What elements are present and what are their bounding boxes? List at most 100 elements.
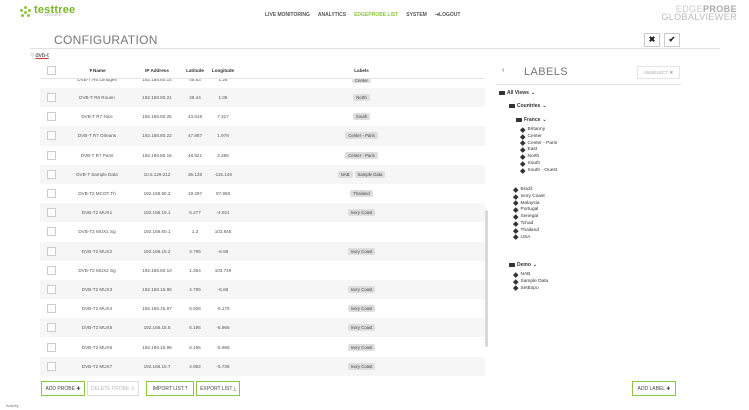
collapse-labels-button[interactable]: ‹ bbox=[502, 67, 504, 74]
row-select-cell[interactable] bbox=[40, 318, 62, 338]
tree-label-item[interactable]: Ivory Coast bbox=[513, 194, 545, 199]
row-select-cell[interactable] bbox=[40, 146, 62, 165]
table-row[interactable]: DVB-T2 MUX1 Sg 192.168.60.1 1.3 103.845 bbox=[40, 222, 485, 241]
tree-label-item[interactable]: USA bbox=[513, 235, 530, 240]
add-label-button[interactable]: ADD LABEL ✚ bbox=[632, 381, 676, 396]
tree-label-item[interactable]: Tchad bbox=[513, 221, 533, 226]
label-chip[interactable]: Ivory Coast bbox=[347, 343, 376, 351]
tree-label-item[interactable]: NAB bbox=[513, 272, 530, 277]
table-row[interactable]: DVB-T2 MUX7 192.168.15.7 4.982 -5.736 Ivory … bbox=[40, 356, 485, 376]
table-row[interactable]: DVB-T R7 Orleans 192.168.80.22 47.887 1.978… bbox=[40, 126, 485, 146]
table-row[interactable]: DVB-T2 MCOT Th 192.168.90.2 19.297 97.958 Th… bbox=[40, 184, 485, 203]
row-select-cell[interactable] bbox=[40, 222, 62, 241]
tree-label-item[interactable]: Britanny bbox=[520, 127, 545, 132]
confirm-button[interactable]: ✔ bbox=[664, 33, 680, 47]
table-row[interactable]: DVB-T R7 Paris 192.168.80.16 48.821 2.285 Ce… bbox=[40, 146, 485, 165]
nav-live-monitoring[interactable]: LIVE MONITORING bbox=[265, 12, 310, 18]
row-select-cell[interactable] bbox=[40, 241, 62, 261]
label-chip[interactable]: Sample Data bbox=[354, 170, 386, 178]
table-row[interactable]: DVB-T Sample Data 10.5.129.212 36.128 -115.… bbox=[40, 164, 485, 184]
tree-label-item[interactable]: East bbox=[520, 147, 537, 152]
row-select-cell[interactable] bbox=[40, 88, 62, 108]
row-checkbox[interactable] bbox=[46, 284, 56, 294]
tree-france[interactable]: France ⌄ bbox=[516, 117, 547, 123]
table-row[interactable]: DVB-T2 MUX2 Sg 192.168.60.10 1.354 103.749 bbox=[40, 261, 485, 280]
label-chip[interactable]: Center - Paris bbox=[345, 132, 378, 140]
row-select-cell[interactable] bbox=[40, 164, 62, 184]
row-checkbox[interactable] bbox=[46, 265, 56, 275]
label-chip[interactable]: South bbox=[352, 113, 371, 121]
label-chip[interactable]: Ivory Coast bbox=[347, 247, 376, 255]
table-row[interactable]: DVB-T2 MUX2 192.168.15.2 4.795 -6.68 Ivory C… bbox=[40, 241, 485, 261]
row-checkbox[interactable] bbox=[46, 169, 56, 179]
tree-label-item[interactable]: Brazil bbox=[513, 187, 533, 192]
unselect-button[interactable]: UNSELECT ✖ bbox=[637, 66, 680, 79]
column-longitude[interactable]: Longitude bbox=[208, 64, 238, 79]
row-checkbox[interactable] bbox=[46, 227, 56, 237]
row-checkbox[interactable] bbox=[46, 150, 56, 160]
column-latitude[interactable]: Latitude bbox=[182, 64, 208, 79]
row-select-cell[interactable] bbox=[40, 126, 62, 146]
search-input[interactable] bbox=[35, 51, 116, 60]
tree-label-item[interactable]: Thailand bbox=[513, 228, 539, 233]
tree-label-item[interactable]: Sample Data bbox=[513, 279, 548, 284]
table-row[interactable]: DVB-T R7 Nice 192.168.80.25 43.819 7.317 Sou… bbox=[40, 107, 485, 126]
table-row[interactable]: DVB-T2 MUX5 192.168.15.5 6.195 -5.966 Ivory … bbox=[40, 318, 485, 338]
row-select-cell[interactable] bbox=[40, 261, 62, 280]
nav-edgeprobe-list[interactable]: EDGEPROBE LIST bbox=[354, 12, 398, 18]
row-checkbox[interactable] bbox=[46, 246, 56, 256]
label-chip[interactable]: Ivory Coast bbox=[347, 209, 376, 217]
row-checkbox[interactable] bbox=[46, 93, 56, 103]
tree-label-item[interactable]: South - Ouest bbox=[520, 168, 557, 173]
table-row[interactable]: DVB-T2 MUX3 192.168.15.96 4.795 -6.68 Ivory … bbox=[40, 279, 485, 300]
row-select-cell[interactable] bbox=[40, 356, 62, 376]
row-checkbox[interactable] bbox=[46, 131, 56, 141]
label-chip[interactable]: NAB bbox=[337, 170, 353, 178]
nav-analytics[interactable]: ANALYTICS bbox=[318, 12, 346, 18]
label-chip[interactable]: North bbox=[353, 94, 370, 102]
label-chip[interactable]: Center bbox=[352, 78, 371, 83]
column-labels[interactable]: Labels bbox=[238, 64, 485, 79]
label-chip[interactable]: Thailand bbox=[350, 190, 373, 198]
tree-label-item[interactable]: Portugal bbox=[513, 207, 538, 212]
row-checkbox[interactable] bbox=[46, 342, 56, 352]
export-list-button[interactable]: EXPORT LIST ⤓ bbox=[196, 381, 240, 396]
column-name[interactable]: ▼Name bbox=[62, 64, 132, 79]
add-probe-button[interactable]: ADD PROBE ✚ bbox=[41, 381, 85, 396]
tree-label-item[interactable]: Center - Paris bbox=[520, 141, 557, 146]
tree-label-item[interactable]: SetExpo bbox=[513, 286, 539, 291]
label-chip[interactable]: Ivory Coast bbox=[347, 324, 376, 332]
table-row[interactable]: DVB-T R6 Rouen 192.168.80.21 49.44 1.05 Nort… bbox=[40, 88, 485, 108]
row-checkbox[interactable] bbox=[46, 323, 56, 333]
row-select-cell[interactable] bbox=[40, 203, 62, 223]
row-select-cell[interactable] bbox=[40, 78, 62, 88]
tree-label-item[interactable]: Center bbox=[520, 134, 542, 139]
row-select-cell[interactable] bbox=[40, 279, 62, 300]
row-select-cell[interactable] bbox=[40, 299, 62, 318]
delete-probe-button[interactable]: DELETE PROBE ⊝ bbox=[87, 381, 139, 396]
tree-demo[interactable]: Demo ⌄ bbox=[509, 262, 537, 268]
tree-all-views[interactable]: All Views ⌄ bbox=[499, 90, 535, 96]
import-list-button[interactable]: IMPORT LIST ⤒ bbox=[146, 381, 194, 396]
table-row[interactable]: DVB-T2 MUX1 192.168.15.1 5.277 -4.021 Ivory … bbox=[40, 203, 485, 223]
select-all-header[interactable] bbox=[40, 64, 62, 79]
nav-system[interactable]: SYSTEM bbox=[406, 12, 427, 18]
table-row[interactable]: DVB-T2 MUX4 192.168.15.97 6.926 -5.175 Ivory… bbox=[40, 299, 485, 318]
row-checkbox[interactable] bbox=[46, 189, 56, 199]
row-checkbox[interactable] bbox=[46, 112, 56, 122]
column-ip[interactable]: IP Address bbox=[132, 64, 182, 79]
row-select-cell[interactable] bbox=[40, 107, 62, 126]
row-select-cell[interactable] bbox=[40, 337, 62, 356]
tree-countries[interactable]: Countries ⌄ bbox=[509, 103, 547, 109]
tree-label-item[interactable]: South bbox=[520, 161, 540, 166]
tree-label-item[interactable]: Malaysia bbox=[513, 201, 539, 206]
row-checkbox[interactable] bbox=[46, 361, 56, 371]
select-all-checkbox[interactable] bbox=[46, 66, 56, 76]
table-row[interactable]: DVB-T2 MUX6 192.168.15.99 6.195 -5.966 Ivory… bbox=[40, 337, 485, 356]
close-button[interactable]: ✖ bbox=[644, 33, 660, 47]
tree-label-item[interactable]: North bbox=[520, 154, 539, 159]
label-chip[interactable]: Center - Paris bbox=[345, 151, 378, 159]
row-checkbox[interactable] bbox=[46, 208, 56, 218]
row-checkbox[interactable] bbox=[46, 304, 56, 314]
label-chip[interactable]: Ivory Coast bbox=[347, 362, 376, 370]
